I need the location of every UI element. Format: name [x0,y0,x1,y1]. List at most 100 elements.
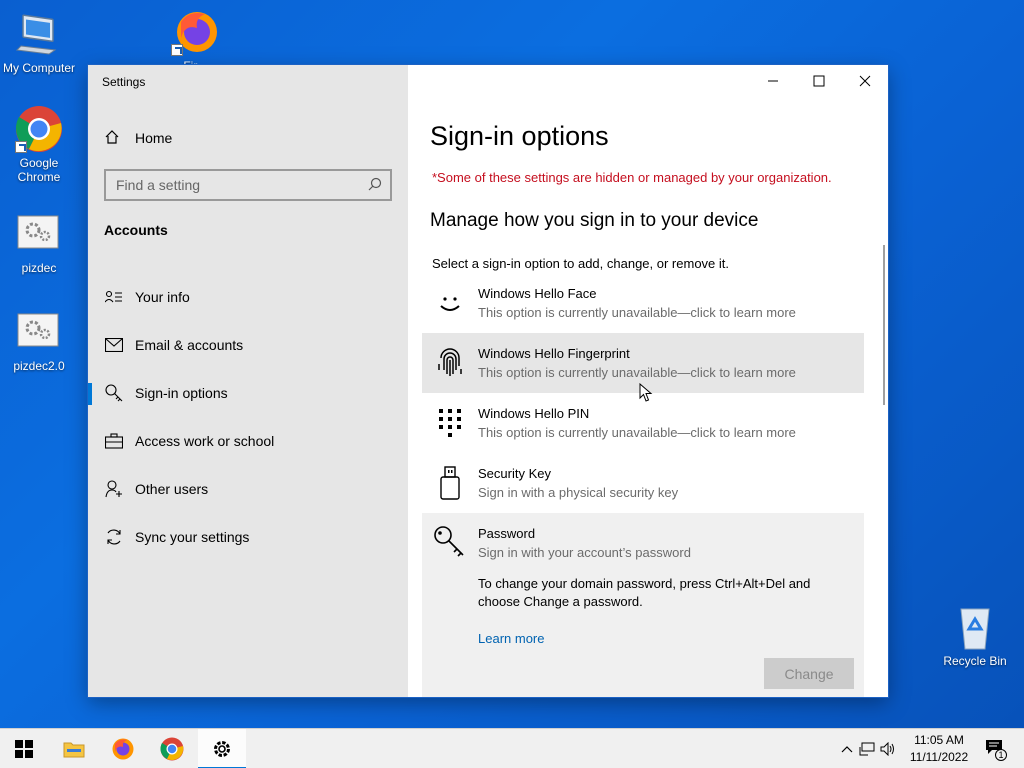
key-icon [104,383,124,403]
option-subtitle: Sign in with your account’s password [478,545,691,560]
taskbar-chrome[interactable] [148,729,196,768]
network-icon[interactable] [856,742,878,756]
desktop-icon-label: Recycle Bin [943,654,1007,668]
content-scrollbar[interactable] [883,245,885,405]
mail-icon [104,335,124,355]
taskbar-settings[interactable] [198,729,246,768]
firefox-icon [171,8,219,56]
settings-file-icon [15,308,63,356]
search-icon[interactable] [368,177,382,194]
search-placeholder: Find a setting [116,177,201,193]
notification-icon: 1 [985,739,1007,761]
mouse-cursor-icon [639,382,653,408]
option-subtitle: This option is currently unavailable—cli… [478,425,796,440]
section-subheading: Manage how you sign in to your device [430,210,759,231]
chevron-up-icon[interactable] [838,745,856,753]
nav-item-sign-in-options[interactable]: Sign-in options [88,369,408,417]
person-add-icon [104,479,124,499]
briefcase-icon [104,431,124,451]
desktop-icon-label: Google Chrome [17,156,61,184]
change-password-button[interactable]: Change [764,658,854,689]
option-title: Windows Hello PIN [478,406,590,421]
password-note: To change your domain password, press Ct… [478,576,811,609]
desktop-icon-firefox[interactable]: Fir... [156,8,234,69]
search-input[interactable]: Find a setting [104,169,392,201]
nav-item-your-info[interactable]: Your info [88,273,408,321]
option-subtitle: This option is currently unavailable—cli… [478,365,796,380]
minimize-icon [768,80,778,82]
window-controls [750,65,888,97]
desktop-icon-label: pizdec2.0 [13,359,65,373]
option-title: Windows Hello Fingerprint [478,346,630,361]
taskbar-file-explorer[interactable] [50,729,98,768]
close-button[interactable] [842,65,888,97]
action-center-button[interactable]: 1 [980,729,1010,768]
password-option-panel[interactable]: Password Sign in with your account’s pas… [422,513,864,697]
system-tray [838,729,898,768]
option-security-key[interactable]: Security Key Sign in with a physical sec… [422,453,864,513]
desktop-icon-pizdec[interactable]: pizdec [0,210,78,275]
minimize-button[interactable] [750,65,796,97]
close-icon [859,75,871,87]
page-title: Sign-in options [430,121,609,151]
home-icon [104,129,124,148]
settings-content: Sign-in options *Some of these settings … [408,65,888,697]
instruction-text: Select a sign-in option to add, change, … [432,256,730,271]
start-button[interactable] [0,729,48,768]
face-icon [434,285,466,321]
maximize-button[interactable] [796,65,842,97]
nav-item-label: Your info [135,289,190,305]
shortcut-arrow-icon [171,44,183,56]
person-card-icon [104,287,124,307]
volume-icon[interactable] [878,742,898,756]
firefox-icon [112,738,134,760]
nav-item-access-work-school[interactable]: Access work or school [88,417,408,465]
nav-item-label: Sync your settings [135,529,250,545]
settings-sidebar: Settings Home Find a setting Accounts Yo… [88,65,408,697]
nav-home-label: Home [135,130,173,146]
section-heading-accounts: Accounts [104,222,168,238]
nav-item-email-accounts[interactable]: Email & accounts [88,321,408,369]
usb-key-icon [434,465,466,501]
window-title: Settings [102,75,146,89]
clock-date: 11/11/2022 [909,750,969,764]
option-windows-hello-face[interactable]: Windows Hello Face This option is curren… [422,273,864,333]
chrome-icon [15,105,63,153]
taskbar-firefox[interactable] [99,729,147,768]
learn-more-link[interactable]: Learn more [478,631,544,646]
nav-item-label: Sign-in options [135,385,228,401]
chrome-icon [160,737,184,761]
folder-icon [63,742,85,758]
option-title: Password [478,526,536,541]
nav-home[interactable]: Home [104,127,172,149]
windows-logo-icon [15,740,33,758]
pin-keypad-icon [434,405,466,441]
nav-item-sync-settings[interactable]: Sync your settings [88,513,408,561]
taskbar-clock[interactable]: 11:05 AM 11/11/2022 [900,732,978,766]
option-title: Windows Hello Face [478,286,597,301]
desktop-icon-chrome[interactable]: Google Chrome [0,105,78,184]
desktop-icon-my-computer[interactable]: My Computer [0,10,78,75]
notification-count-badge: 1 [995,749,1007,761]
settings-file-icon [15,210,63,258]
password-key-icon [432,523,466,559]
nav-item-label: Access work or school [135,433,275,449]
option-title: Security Key [478,466,551,481]
nav-item-label: Other users [135,481,209,497]
gear-icon [214,741,230,757]
desktop-icon-recycle-bin[interactable]: Recycle Bin [938,603,1012,668]
fingerprint-icon [434,345,466,381]
desktop-icon-pizdec2[interactable]: pizdec2.0 [0,308,78,373]
settings-window: Settings Home Find a setting Accounts Yo… [88,65,888,697]
managed-notice: *Some of these settings are hidden or ma… [432,170,832,185]
option-subtitle: This option is currently unavailable—cli… [478,305,796,320]
nav-item-other-users[interactable]: Other users [88,465,408,513]
sync-icon [104,527,124,547]
desktop-icon-label: My Computer [2,61,76,75]
recycle-bin-icon [951,603,999,651]
shortcut-arrow-icon [15,141,27,153]
clock-time: 11:05 AM [914,733,964,747]
accounts-nav: Your info Email & accounts Sign-in optio… [88,273,408,561]
option-subtitle: Sign in with a physical security key [478,485,679,500]
computer-icon [15,10,63,58]
